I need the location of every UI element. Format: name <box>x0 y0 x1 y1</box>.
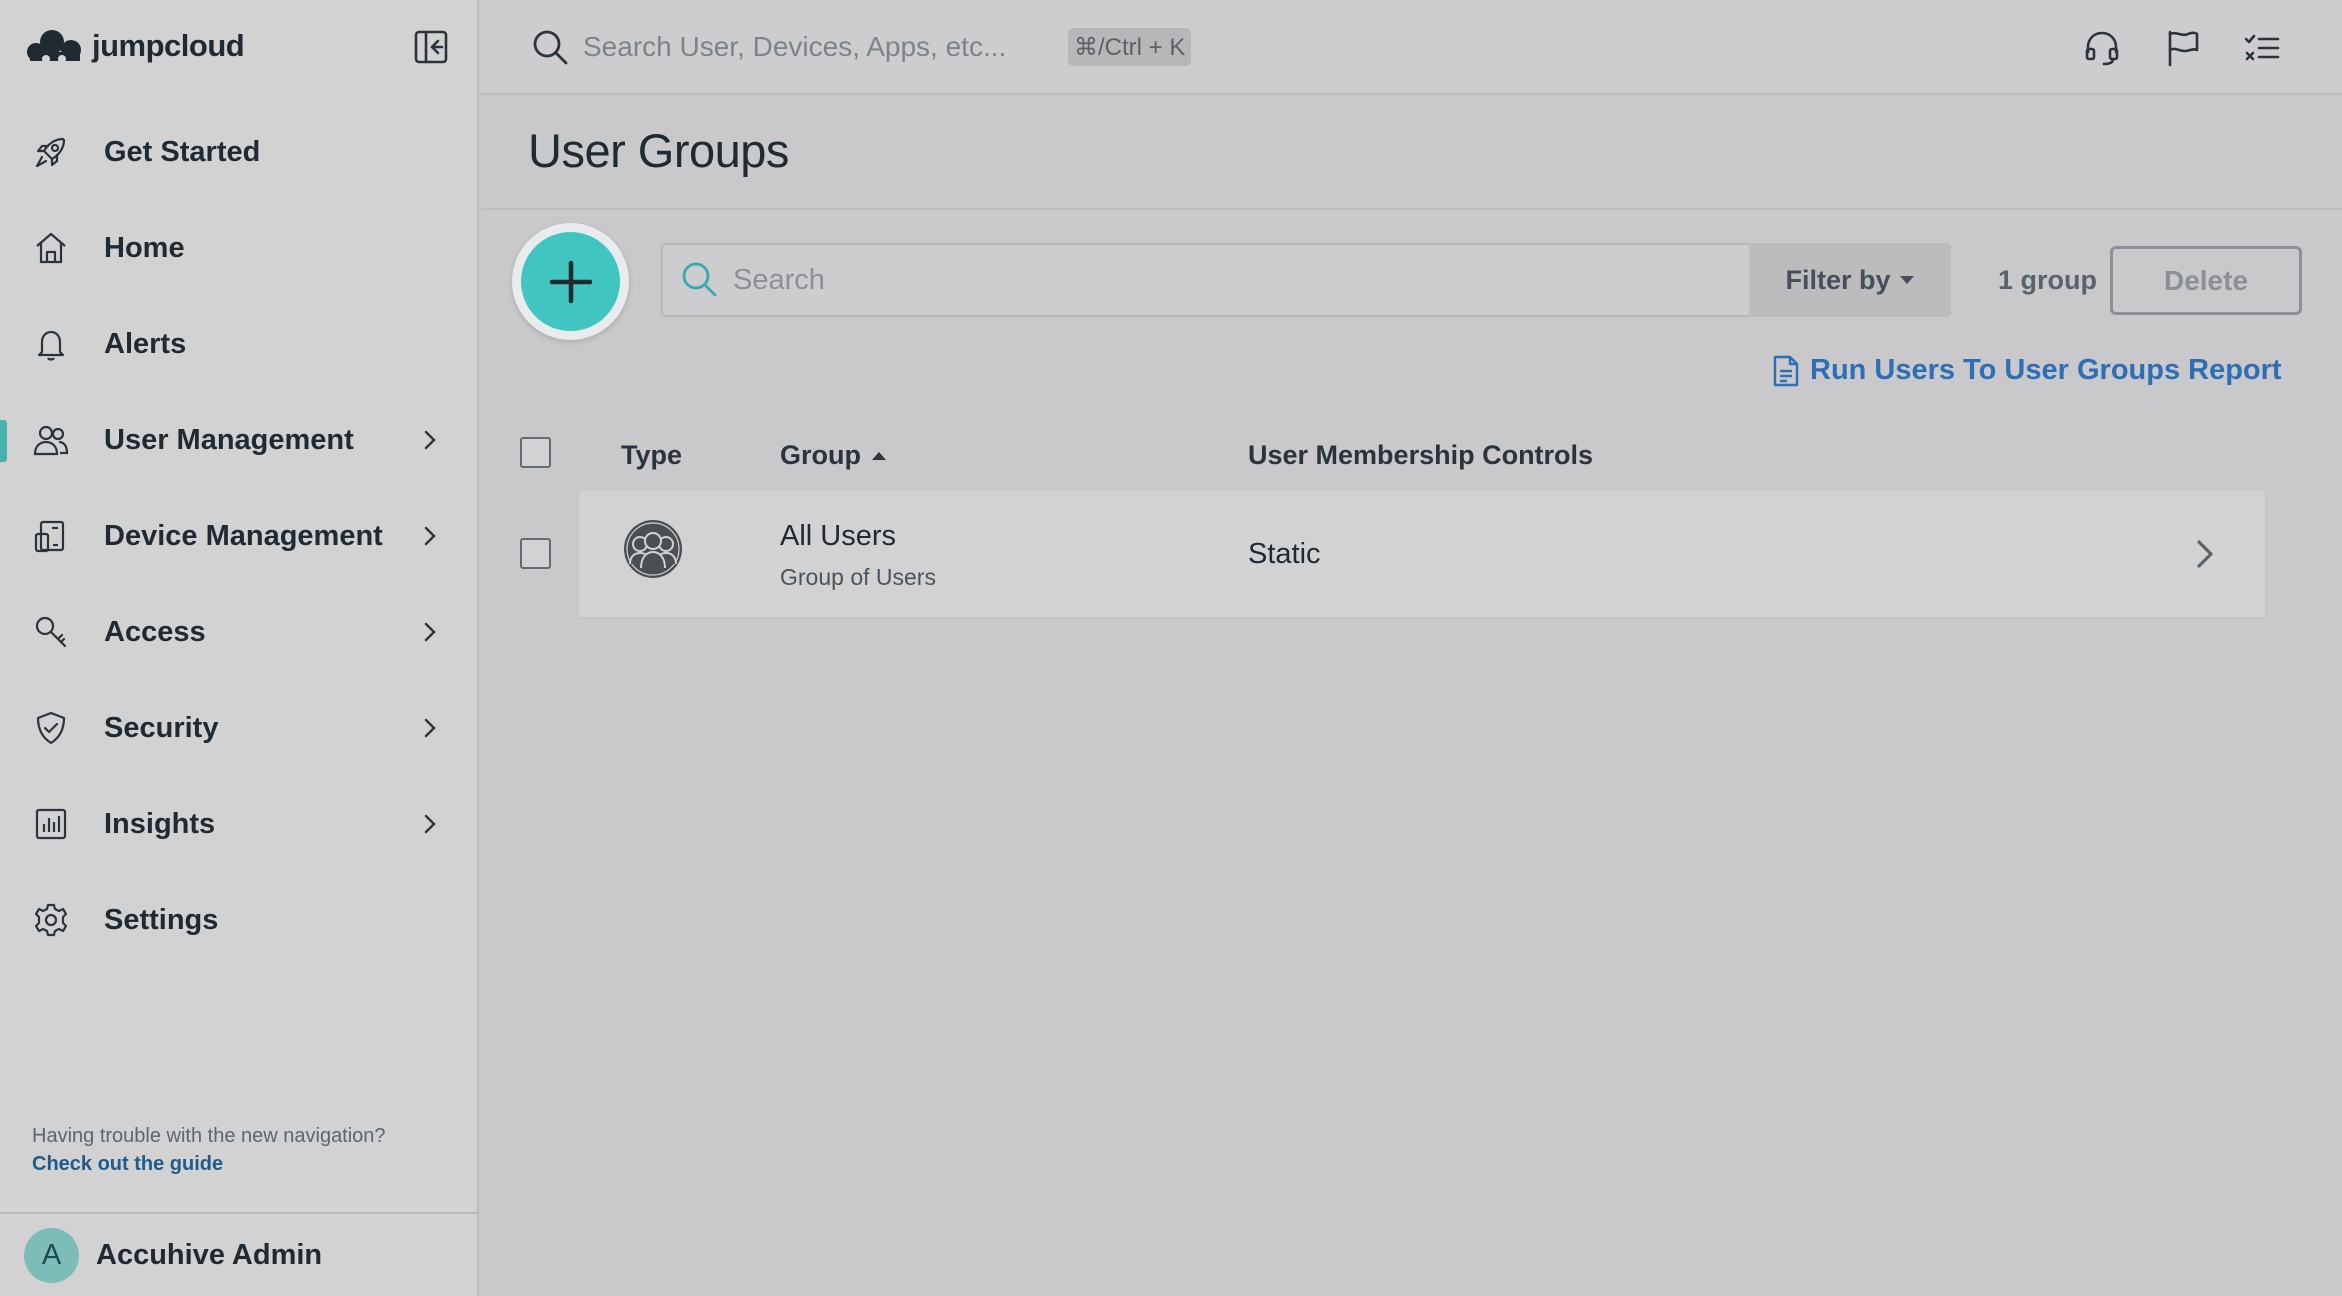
nav-label: Settings <box>104 903 219 936</box>
collapse-sidebar-button[interactable] <box>414 30 448 64</box>
column-header-group[interactable]: Group <box>780 440 887 471</box>
user-menu[interactable]: A Accuhive Admin <box>0 1212 477 1296</box>
column-header-type[interactable]: Type <box>621 440 682 471</box>
table-row[interactable]: All Users Group of Users Static <box>579 491 2265 617</box>
nav-get-started[interactable]: Get Started <box>0 112 477 192</box>
page-header: User Groups <box>481 97 2342 210</box>
chevron-right-icon <box>424 814 436 834</box>
filter-by-button[interactable]: Filter by <box>1749 243 1951 317</box>
chevron-right-icon <box>2197 540 2213 568</box>
shield-icon <box>36 711 66 745</box>
global-search-input[interactable] <box>583 24 1023 70</box>
checklist-icon[interactable] <box>2242 28 2282 68</box>
delete-button[interactable]: Delete <box>2110 246 2302 315</box>
sidebar: jumpcloud Get Started Home Alerts User M… <box>0 0 479 1296</box>
user-group-icon <box>624 520 682 578</box>
nav-access[interactable]: Access <box>0 592 477 672</box>
avatar: A <box>24 1227 79 1283</box>
row-checkbox[interactable] <box>520 538 551 569</box>
key-icon <box>35 616 67 648</box>
shortcut-badge: ⌘/Ctrl + K <box>1068 28 1192 66</box>
group-search <box>661 243 1749 317</box>
nav-label: Alerts <box>104 327 187 360</box>
add-group-button[interactable] <box>512 223 629 340</box>
nav-user-management[interactable]: User Management <box>0 400 477 480</box>
column-header-group-label: Group <box>780 440 861 470</box>
nav-label: Access <box>104 615 206 648</box>
group-count: 1 group <box>1998 265 2097 295</box>
help-text: Having trouble with the new navigation? <box>32 1125 386 1147</box>
nav-label: Insights <box>104 807 216 840</box>
gear-icon <box>34 903 68 937</box>
search-input[interactable] <box>733 257 1723 303</box>
chevron-right-icon <box>424 622 436 642</box>
filter-label: Filter by <box>1785 264 1891 295</box>
group-name: All Users <box>780 520 897 552</box>
guide-link[interactable]: Check out the guide <box>32 1153 223 1176</box>
report-link-label: Run Users To User Groups Report <box>1810 354 2282 386</box>
cloud-logo-icon <box>27 30 81 63</box>
headset-icon[interactable] <box>2082 28 2122 68</box>
nav-home[interactable]: Home <box>0 208 477 288</box>
home-icon <box>36 232 66 264</box>
nav-label: Device Management <box>104 519 383 552</box>
membership-control: Static <box>1248 538 1321 570</box>
logo-text: jumpcloud <box>92 28 245 63</box>
nav-label: User Management <box>104 423 354 456</box>
group-subtitle: Group of Users <box>780 564 936 590</box>
search-icon <box>533 30 568 65</box>
chevron-right-icon <box>424 526 436 546</box>
users-icon <box>33 425 69 456</box>
column-header-membership[interactable]: User Membership Controls <box>1248 440 1593 471</box>
page-title: User Groups <box>528 124 789 177</box>
rocket-icon <box>35 137 66 168</box>
plus-icon <box>549 260 592 303</box>
nav-label: Get Started <box>104 135 261 168</box>
select-all-checkbox[interactable] <box>520 437 551 468</box>
bell-icon <box>37 330 65 361</box>
top-bar: ⌘/Ctrl + K <box>481 0 2342 95</box>
flag-icon[interactable] <box>2163 28 2203 68</box>
devices-icon <box>34 520 65 553</box>
nav-settings[interactable]: Settings <box>0 880 477 960</box>
nav-label: Security <box>104 711 219 744</box>
jumpcloud-logo[interactable]: jumpcloud <box>22 26 245 66</box>
collapse-sidebar-icon <box>414 30 448 64</box>
run-report-link[interactable]: Run Users To User Groups Report <box>1772 354 2282 387</box>
bar-chart-icon <box>35 808 67 840</box>
nav-label: Home <box>104 231 185 264</box>
nav-alerts[interactable]: Alerts <box>0 304 477 384</box>
nav-security[interactable]: Security <box>0 688 477 768</box>
user-name: Accuhive Admin <box>96 1238 323 1271</box>
nav-insights[interactable]: Insights <box>0 784 477 864</box>
caret-down-icon <box>1899 276 1914 284</box>
sort-ascending-icon <box>872 451 886 460</box>
nav-device-management[interactable]: Device Management <box>0 496 477 576</box>
chevron-right-icon <box>424 718 436 738</box>
chevron-right-icon <box>424 430 436 450</box>
document-icon <box>1773 355 1799 386</box>
search-icon <box>682 262 717 297</box>
